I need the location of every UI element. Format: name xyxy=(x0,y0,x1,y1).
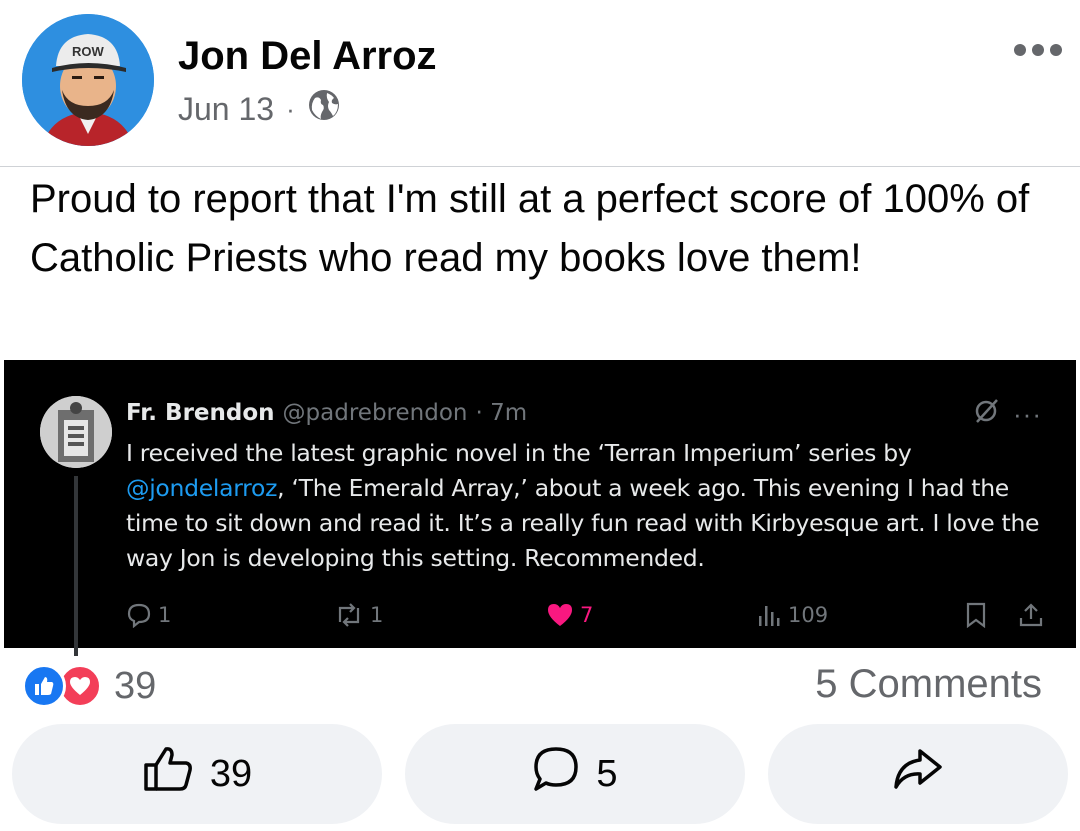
tweet-like: 7 xyxy=(546,602,593,628)
views-icon xyxy=(756,602,782,628)
tweet-actions: 1 1 7 109 xyxy=(126,602,1046,634)
tweet-share xyxy=(1018,602,1044,628)
thread-line xyxy=(74,476,78,656)
bookmark-icon xyxy=(964,602,988,628)
share-arrow-icon xyxy=(892,747,944,801)
reply-count: 1 xyxy=(158,603,172,627)
tweet-body-part1: I received the latest graphic novel in t… xyxy=(126,439,912,467)
tweet-reply: 1 xyxy=(126,602,171,628)
tweet-header: Fr. Brendon @padrebrendon · 7m xyxy=(126,400,527,426)
embedded-tweet-image[interactable]: Fr. Brendon @padrebrendon · 7m ··· I rec… xyxy=(4,360,1076,656)
tweet-top-icons: ··· xyxy=(973,398,1042,431)
post-date[interactable]: Jun 13 xyxy=(178,91,274,128)
post-text: Proud to report that I'm still at a perf… xyxy=(30,177,1030,280)
share-upload-icon xyxy=(1018,602,1044,628)
reaction-count: 39 xyxy=(114,664,157,707)
tweet-mention: @jondelarroz xyxy=(126,474,278,502)
tweet-views: 109 xyxy=(756,602,828,628)
tweet-handle: @padrebrendon xyxy=(282,400,468,426)
tweet-time: · 7m xyxy=(475,400,528,426)
tweet-more-icon: ··· xyxy=(1013,399,1042,429)
tweet-avatar xyxy=(40,396,112,468)
author-avatar[interactable]: ROW xyxy=(22,14,154,146)
retweet-icon xyxy=(334,602,364,628)
tweet-bookmark xyxy=(964,602,988,628)
thumbs-up-icon xyxy=(142,745,194,803)
views-count: 109 xyxy=(788,603,829,627)
like-button-count: 39 xyxy=(209,752,253,795)
tweet-author-name: Fr. Brendon xyxy=(126,400,275,426)
like-button[interactable]: 39 xyxy=(12,724,382,824)
more-options-icon[interactable] xyxy=(1014,44,1062,56)
meta-separator: · xyxy=(286,93,295,124)
like-reaction-icon xyxy=(22,664,66,708)
reply-icon xyxy=(126,602,152,628)
reactions-summary[interactable]: 39 xyxy=(22,664,156,708)
share-button[interactable] xyxy=(768,724,1068,824)
post-meta: Jun 13 · xyxy=(178,88,341,130)
like-count: 7 xyxy=(580,603,594,627)
tweet-retweet: 1 xyxy=(334,602,383,628)
retweet-count: 1 xyxy=(370,603,384,627)
comment-button-count: 5 xyxy=(596,752,618,795)
grok-icon xyxy=(973,398,999,431)
globe-icon xyxy=(307,88,341,130)
tweet-body: I received the latest graphic novel in t… xyxy=(126,436,1056,576)
header-divider xyxy=(0,166,1080,167)
author-name[interactable]: Jon Del Arroz xyxy=(178,34,437,79)
comment-button[interactable]: 5 xyxy=(405,724,745,824)
comment-bubble-icon xyxy=(532,745,580,803)
comments-count-link[interactable]: 5 Comments xyxy=(815,662,1042,707)
svg-text:ROW: ROW xyxy=(72,44,105,59)
heart-icon xyxy=(546,602,574,628)
